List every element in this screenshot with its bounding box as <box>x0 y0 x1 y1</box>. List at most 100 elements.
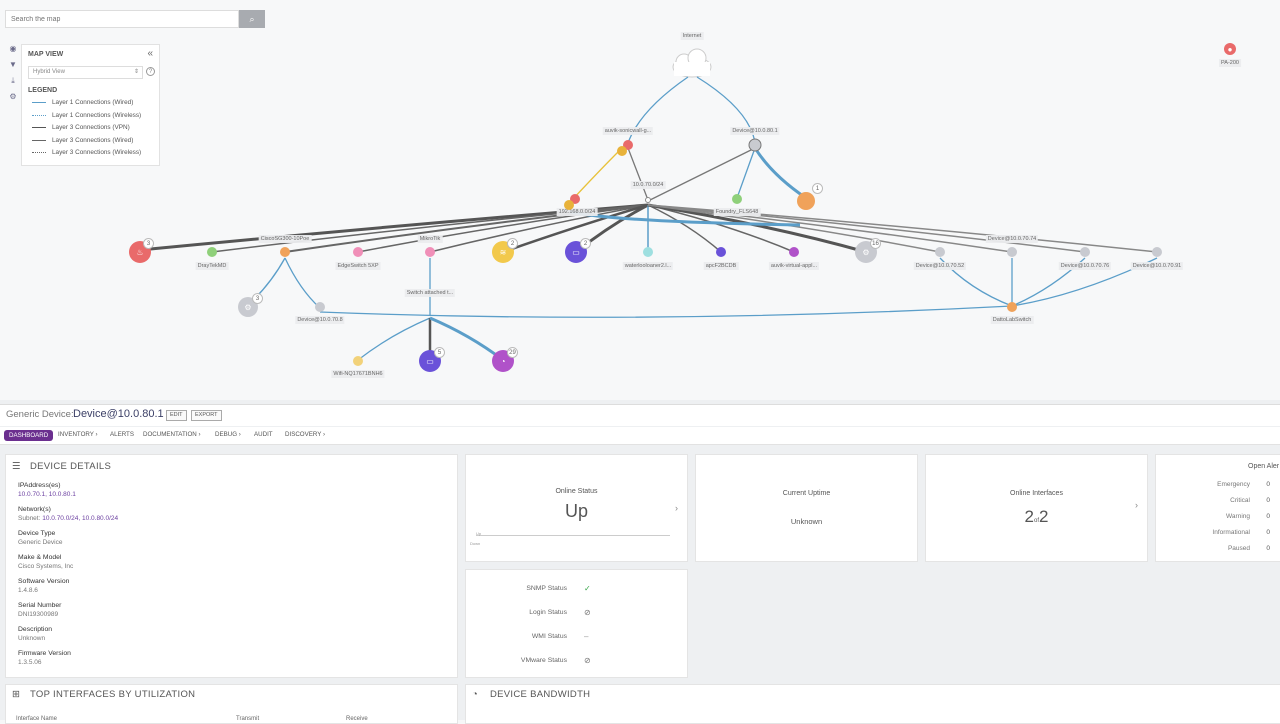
help-icon[interactable]: ? <box>146 67 155 76</box>
online-interfaces-card[interactable]: Online Interfaces 2of2 › <box>925 454 1148 562</box>
line-solid-icon <box>32 102 46 103</box>
count-badge: 2 <box>580 238 591 249</box>
node-label[interactable]: Device@10.0.70.52 <box>913 262 967 270</box>
collapse-icon[interactable]: « <box>147 48 153 59</box>
legend-item: Layer 1 Connections (Wireless) <box>32 112 141 119</box>
network-map[interactable]: ⌕ ◉ ▼ ⤓ ⚙ MAP VIEW « Hybrid View ⇕ ? LEGE… <box>0 0 1280 400</box>
internet-cloud-icon[interactable] <box>672 48 712 78</box>
status-label: Login Status <box>529 609 567 616</box>
line-dotted-icon <box>32 152 46 153</box>
eye-icon[interactable]: ◉ <box>6 44 20 57</box>
search-input[interactable] <box>5 10 239 28</box>
export-button[interactable]: EXPORT <box>191 410 222 421</box>
filter-icon[interactable]: ▼ <box>6 60 20 73</box>
field-label: Software Version <box>18 578 70 585</box>
node-label[interactable]: waterlooloaner2.l... <box>622 262 674 270</box>
field-label: Device Type <box>18 530 56 537</box>
device-node-icon[interactable] <box>716 247 726 257</box>
column-header[interactable]: Interface Name <box>16 716 57 722</box>
alert-value: 0 <box>1266 497 1270 504</box>
status-card: SNMP Status ✓ Login Status ⊘ WMI Status … <box>465 569 688 678</box>
node-label[interactable]: Device@10.0.80.1 <box>730 127 780 135</box>
blocked-icon: ⊘ <box>584 608 591 617</box>
node-label[interactable]: Foundry_FLS648 <box>713 208 761 216</box>
online-status-card[interactable]: Online Status Up › Up Down <box>465 454 688 562</box>
warning-node-icon[interactable] <box>617 146 627 156</box>
switch-node-icon[interactable] <box>732 194 742 204</box>
node-label[interactable]: Switch attached t... <box>404 289 456 297</box>
device-node-icon[interactable] <box>935 247 945 257</box>
router-node-icon[interactable] <box>425 247 435 257</box>
switch-node-icon[interactable] <box>353 247 363 257</box>
column-header[interactable]: Transmit <box>236 716 259 722</box>
device-node-icon[interactable] <box>1080 247 1090 257</box>
node-label[interactable]: auvik-virtual-appl... <box>768 262 820 270</box>
tab-debug[interactable]: DEBUG › <box>215 431 241 438</box>
device-node-icon[interactable] <box>1007 247 1017 257</box>
switch-node-icon[interactable] <box>207 247 217 257</box>
bandwidth-card: ◔ DEVICE BANDWIDTH <box>465 684 1280 724</box>
download-icon[interactable]: ⤓ <box>6 76 20 89</box>
status-label: WMI Status <box>531 633 567 640</box>
node-label[interactable]: 192.168.0.0/24 <box>556 208 598 216</box>
legend-item: Layer 1 Connections (Wired) <box>32 99 133 106</box>
alert-label: Emergency <box>1217 481 1250 488</box>
search-button[interactable]: ⌕ <box>239 10 265 28</box>
node-label[interactable]: MikroTik <box>417 235 443 243</box>
subnet-link[interactable]: 10.0.70.0/24, 10.0.80.0/24 <box>42 515 118 522</box>
subnet-prefix: Subnet: <box>18 515 41 522</box>
device-type-label: Generic Device: <box>6 409 74 420</box>
node-label[interactable]: Device@10.0.70.76 <box>1058 262 1112 270</box>
tile-value: Up <box>564 501 588 521</box>
network-value: Subnet: 10.0.70.0/24, 10.0.80.0/24 <box>18 515 118 522</box>
tab-inventory[interactable]: INVENTORY › <box>58 431 98 438</box>
switch-node-icon[interactable] <box>1007 302 1017 312</box>
node-label[interactable]: Internet <box>680 32 704 40</box>
node-label[interactable]: DattoLabSwitch <box>990 316 1034 324</box>
device-node-icon[interactable] <box>1152 247 1162 257</box>
node-label[interactable]: Wifi-NQ17671BNH6 <box>331 370 385 378</box>
line-dotted-icon <box>32 115 46 116</box>
node-label[interactable]: CiscoSG300-10Poe <box>258 235 312 243</box>
tab-alerts[interactable]: ALERTS <box>110 431 134 438</box>
chevron-right-icon[interactable]: › <box>675 503 678 513</box>
uptime-card: Current Uptime Unknown <box>695 454 918 562</box>
field-value: DNI19300989 <box>18 611 59 618</box>
check-icon: ✓ <box>584 584 591 593</box>
tab-dashboard[interactable]: DASHBOARD <box>4 430 54 441</box>
node-label[interactable]: EdgeSwitch 5XP <box>335 262 381 270</box>
device-details-card: ☰ DEVICE DETAILS IPAddress(es) 10.0.70.1… <box>5 454 458 678</box>
switch-node-icon[interactable] <box>280 247 290 257</box>
tab-audit[interactable]: AUDIT <box>254 431 273 438</box>
chevron-right-icon[interactable]: › <box>1135 500 1138 510</box>
gear-icon[interactable]: ⚙ <box>6 92 20 105</box>
legend-label: Layer 1 Connections (Wireless) <box>52 112 142 119</box>
device-node-icon[interactable] <box>748 138 762 152</box>
node-label[interactable]: PA-200 <box>1219 59 1241 67</box>
view-select[interactable]: Hybrid View ⇕ <box>28 66 143 79</box>
node-label[interactable]: DrayTekMD <box>195 262 229 270</box>
edit-button[interactable]: EDIT <box>166 410 187 421</box>
node-label[interactable]: apcF2BCDB <box>703 262 739 270</box>
device-node-icon[interactable] <box>643 247 653 257</box>
tab-discovery[interactable]: DISCOVERY › <box>285 431 325 438</box>
switch-group-node-icon[interactable] <box>797 192 815 210</box>
node-label[interactable]: Device@10.0.70.8 <box>295 316 345 324</box>
node-label[interactable]: auvik-sonicwall-g... <box>602 127 654 135</box>
status-timeline <box>476 535 670 536</box>
warning-node-icon[interactable] <box>564 200 574 210</box>
field-label: Description <box>18 626 52 633</box>
node-label[interactable]: 10.0.70.0/24 <box>630 181 666 189</box>
column-header[interactable]: Receive <box>346 716 368 722</box>
device-node-icon[interactable] <box>315 302 325 312</box>
node-label[interactable]: Device@10.0.70.74 <box>985 235 1039 243</box>
ip-value[interactable]: 10.0.70.1, 10.0.80.1 <box>18 491 76 498</box>
firewall-node-icon[interactable]: ● <box>1224 43 1236 55</box>
device-node-icon[interactable] <box>789 247 799 257</box>
node-label[interactable]: Device@10.0.70.91 <box>1130 262 1184 270</box>
tab-documentation[interactable]: DOCUMENTATION › <box>143 431 201 438</box>
open-alerts-card: Open Aler Emergency 0 Critical 0 Warning… <box>1155 454 1280 562</box>
legend-title: LEGEND <box>28 87 58 94</box>
wifi-node-icon[interactable] <box>353 356 363 366</box>
hub-node-icon[interactable] <box>645 197 651 203</box>
